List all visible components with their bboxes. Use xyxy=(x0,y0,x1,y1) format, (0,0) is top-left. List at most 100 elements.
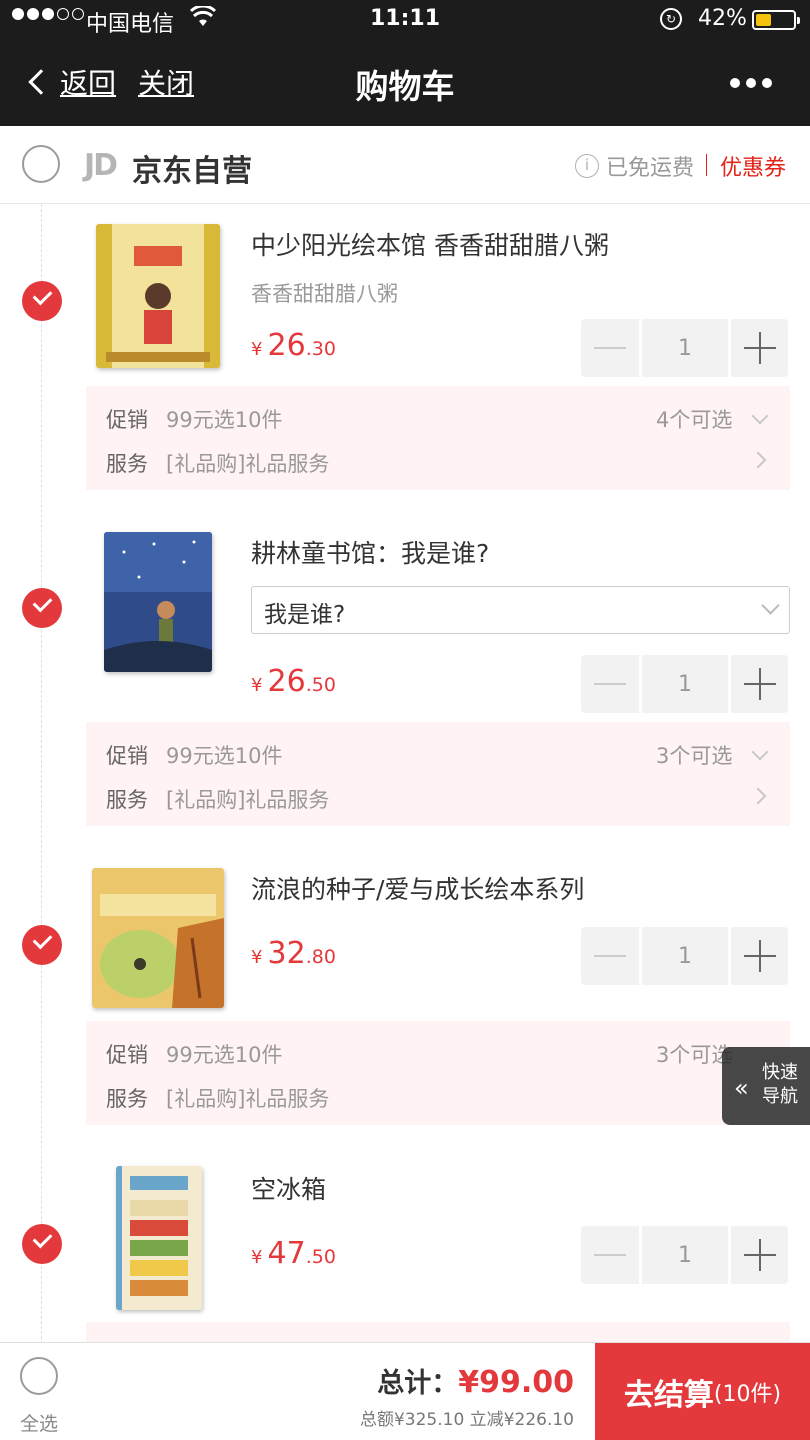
promo-row[interactable]: 促销 99元选10件 xyxy=(106,1039,282,1069)
item-select-checkbox[interactable] xyxy=(22,281,62,321)
promo-value: 99元选10件 xyxy=(166,1043,283,1067)
chevron-down-icon xyxy=(761,596,780,615)
product-price: ¥ 32.80 xyxy=(251,936,336,971)
item-select-checkbox[interactable] xyxy=(22,588,62,628)
decrease-button[interactable] xyxy=(581,655,639,713)
promo-panel xyxy=(86,1322,790,1342)
promo-options-count[interactable]: 3个可选 xyxy=(656,1039,732,1069)
promo-row[interactable]: 促销 99元选10件 xyxy=(106,740,282,770)
price-decimal: .50 xyxy=(305,674,336,696)
quantity-stepper: 1 xyxy=(581,1226,791,1284)
item-select-checkbox[interactable] xyxy=(22,925,62,965)
checkout-count: (10件) xyxy=(713,1382,782,1407)
quantity-stepper: 1 xyxy=(581,319,791,377)
promo-row[interactable]: 促销 99元选10件 xyxy=(106,404,282,434)
info-icon[interactable]: i xyxy=(575,154,599,178)
price-currency: ¥ xyxy=(251,1247,263,1268)
price-decimal: .80 xyxy=(305,946,336,968)
jd-logo: JD xyxy=(84,148,118,183)
increase-button[interactable] xyxy=(731,655,788,713)
checkout-label: 去结算 xyxy=(623,1378,714,1413)
close-button[interactable]: 关闭 xyxy=(138,62,194,102)
divider xyxy=(706,154,707,176)
item-select-checkbox[interactable] xyxy=(22,1224,62,1264)
quantity-input[interactable]: 1 xyxy=(642,1226,728,1284)
price-integer: 47 xyxy=(267,1236,306,1271)
nav-bar: 返回 关闭 购物车 xyxy=(0,40,810,126)
product-cover-image[interactable] xyxy=(96,224,220,368)
service-label: 服务 xyxy=(106,452,148,476)
total-label: 总计： xyxy=(377,1368,459,1399)
quantity-stepper: 1 xyxy=(581,927,791,985)
checkout-button[interactable]: 去结算 (10件) xyxy=(595,1343,810,1440)
decrease-button[interactable] xyxy=(581,1226,639,1284)
chevron-right-icon[interactable] xyxy=(749,451,767,469)
product-title[interactable]: 流浪的种子/爱与成长绘本系列 xyxy=(251,870,791,906)
price-decimal: .30 xyxy=(305,338,336,360)
product-title[interactable]: 耕林童书馆：我是谁? xyxy=(251,534,791,570)
promo-options-count[interactable]: 4个可选 xyxy=(656,404,732,434)
chevron-down-icon[interactable] xyxy=(751,743,769,761)
quick-nav-label: 快速导航 xyxy=(762,1062,798,1107)
store-select-checkbox[interactable] xyxy=(22,145,60,183)
service-row[interactable]: 服务 [礼品购]礼品服务 xyxy=(106,1083,329,1113)
quantity-input[interactable]: 1 xyxy=(642,655,728,713)
coupon-link[interactable]: 优惠券 xyxy=(720,150,786,182)
select-all-checkbox[interactable] xyxy=(20,1357,58,1395)
store-name[interactable]: 京东自营 xyxy=(132,146,252,190)
decrease-button[interactable] xyxy=(581,319,639,377)
price-integer: 32 xyxy=(267,936,306,971)
promo-panel: 促销 99元选10件 3个可选 服务 [礼品购]礼品服务 xyxy=(86,1021,790,1125)
total-amount: ¥99.00 xyxy=(458,1365,574,1400)
quick-nav-button[interactable]: « 快速导航 xyxy=(722,1047,810,1125)
service-value: [礼品购]礼品服务 xyxy=(166,788,330,812)
chevron-right-icon[interactable] xyxy=(749,787,767,805)
promo-value: 99元选10件 xyxy=(166,744,283,768)
service-label: 服务 xyxy=(106,788,148,812)
chevron-down-icon[interactable] xyxy=(751,407,769,425)
increase-button[interactable] xyxy=(731,319,788,377)
back-label: 返回 xyxy=(60,67,117,100)
product-price: ¥ 26.50 xyxy=(251,664,336,699)
service-value: [礼品购]礼品服务 xyxy=(166,452,330,476)
price-currency: ¥ xyxy=(251,947,263,968)
quantity-input[interactable]: 1 xyxy=(642,927,728,985)
top-bar: 中国电信 11:11 ↻ 42% 返回 关闭 购物车 xyxy=(0,0,810,126)
battery-percent: 42% xyxy=(698,6,747,31)
decrease-button[interactable] xyxy=(581,927,639,985)
product-cover-image[interactable] xyxy=(104,532,212,672)
promo-label: 促销 xyxy=(106,1043,148,1067)
page-title: 购物车 xyxy=(355,67,455,106)
product-cover-image[interactable] xyxy=(116,1166,202,1310)
promo-label: 促销 xyxy=(106,408,148,432)
promo-panel: 促销 99元选10件 3个可选 服务 [礼品购]礼品服务 xyxy=(86,722,790,826)
service-row[interactable]: 服务 [礼品购]礼品服务 xyxy=(106,448,329,478)
product-price: ¥ 26.30 xyxy=(251,328,336,363)
status-bar: 中国电信 11:11 ↻ 42% xyxy=(0,0,810,40)
checkout-bar: 全选 总计：¥99.00 总额¥325.10 立减¥226.10 去结算 (10件… xyxy=(0,1342,810,1440)
free-shipping-label: 已免运费 xyxy=(606,156,695,181)
promo-panel: 促销 99元选10件 4个可选 服务 [礼品购]礼品服务 xyxy=(86,386,790,490)
clock: 11:11 xyxy=(369,6,441,31)
select-all-label[interactable]: 全选 xyxy=(20,1409,58,1436)
product-subtitle: 香香甜甜腊八粥 xyxy=(251,282,398,306)
price-currency: ¥ xyxy=(251,675,263,696)
increase-button[interactable] xyxy=(731,927,788,985)
battery-icon xyxy=(752,10,800,30)
product-cover-image[interactable] xyxy=(92,868,224,1008)
promo-options-count[interactable]: 3个可选 xyxy=(656,740,732,770)
store-header: JD 京东自营 i 已免运费 优惠券 xyxy=(0,126,810,204)
back-button[interactable]: 返回 xyxy=(24,62,116,102)
promo-value: 99元选10件 xyxy=(166,408,283,432)
service-row[interactable]: 服务 [礼品购]礼品服务 xyxy=(106,784,329,814)
product-title[interactable]: 空冰箱 xyxy=(251,1170,791,1206)
quantity-input[interactable]: 1 xyxy=(642,319,728,377)
product-title[interactable]: 中少阳光绘本馆 香香甜甜腊八粥 xyxy=(251,226,791,262)
increase-button[interactable] xyxy=(731,1226,788,1284)
more-options-icon[interactable] xyxy=(730,78,772,88)
timeline-divider xyxy=(41,204,42,1344)
total-price: 总计：¥99.00 xyxy=(377,1361,574,1400)
price-summary: 总额¥325.10 立减¥226.10 xyxy=(359,1410,574,1430)
price-integer: 26 xyxy=(267,328,306,363)
variant-select[interactable]: 我是谁? xyxy=(251,586,790,634)
